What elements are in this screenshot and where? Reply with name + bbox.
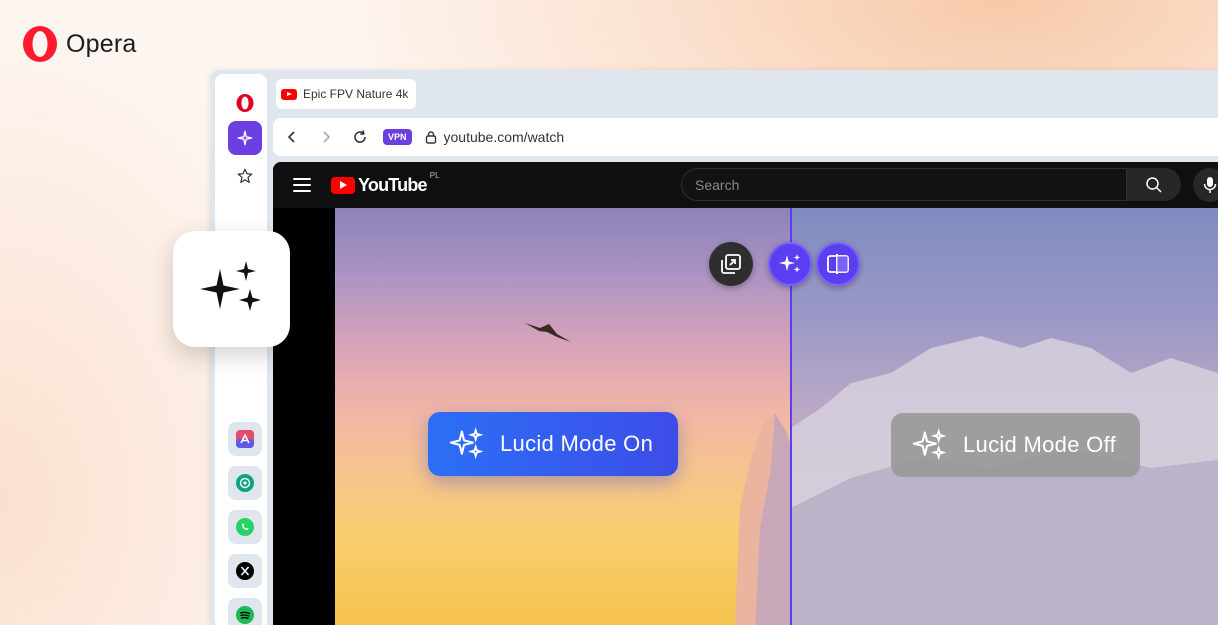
star-icon xyxy=(237,168,253,183)
lock-icon[interactable] xyxy=(424,130,438,144)
microphone-icon xyxy=(1203,177,1217,193)
chatgpt-icon xyxy=(236,474,254,492)
opera-logo-icon xyxy=(236,94,254,112)
menu-icon[interactable] xyxy=(293,178,311,192)
pip-icon xyxy=(721,254,741,274)
browser-window: Epic FPV Nature 4k VPN youtube.com/watch xyxy=(211,70,1218,625)
sidebar xyxy=(211,70,269,625)
sidebar-favorites-button[interactable] xyxy=(228,159,262,193)
youtube-favicon-icon xyxy=(281,88,297,100)
lucid-mode-on-label: Lucid Mode On xyxy=(428,412,678,476)
sparkles-icon xyxy=(912,428,947,461)
search-input[interactable]: Search xyxy=(681,168,1127,201)
sidebar-chatgpt[interactable] xyxy=(228,466,262,500)
sidebar-x[interactable] xyxy=(228,554,262,588)
compare-split-button[interactable] xyxy=(816,242,860,286)
aria-sparkle-icon xyxy=(237,130,253,146)
lucid-mode-off-label: Lucid Mode Off xyxy=(891,413,1140,477)
youtube-logo-icon xyxy=(331,176,355,194)
sparkles-icon xyxy=(449,427,484,460)
voice-search-button[interactable] xyxy=(1193,168,1218,202)
back-icon xyxy=(287,131,295,143)
forward-button[interactable] xyxy=(309,120,343,154)
back-button[interactable] xyxy=(275,120,309,154)
youtube-header: YouTube PL Search xyxy=(273,162,1218,208)
sidebar-app-store[interactable] xyxy=(228,422,262,456)
forward-icon xyxy=(323,131,331,143)
sidebar-whatsapp[interactable] xyxy=(228,510,262,544)
sparkles-icon xyxy=(199,261,261,311)
opera-logo-icon xyxy=(23,26,57,62)
app-store-icon xyxy=(236,430,254,448)
brand-name: Opera xyxy=(66,29,137,58)
spotify-icon xyxy=(236,606,254,624)
sidebar-aria-button[interactable] xyxy=(228,121,262,155)
page-content: YouTube PL Search xyxy=(273,162,1218,625)
url-field[interactable]: youtube.com/watch xyxy=(444,129,565,145)
opera-brand: Opera xyxy=(20,24,136,64)
lucid-mode-button[interactable] xyxy=(768,242,812,286)
reload-icon xyxy=(354,130,366,143)
search-button[interactable] xyxy=(1127,168,1181,201)
aria-sparkle-card xyxy=(173,231,290,347)
whatsapp-icon xyxy=(236,518,254,536)
picture-in-picture-button[interactable] xyxy=(709,242,753,286)
sidebar-panel xyxy=(215,74,267,625)
vpn-badge[interactable]: VPN xyxy=(383,129,412,145)
split-view-icon xyxy=(827,254,849,274)
tab-title: Epic FPV Nature 4k xyxy=(303,87,409,101)
sidebar-spotify[interactable] xyxy=(228,598,262,625)
search-icon xyxy=(1146,176,1162,193)
lucid-off-text: Lucid Mode Off xyxy=(963,432,1116,457)
region-code: PL xyxy=(429,170,440,180)
sidebar-opera-button[interactable] xyxy=(228,86,262,120)
tab-youtube[interactable]: Epic FPV Nature 4k xyxy=(276,79,416,109)
sparkles-icon xyxy=(779,254,801,273)
lucid-on-text: Lucid Mode On xyxy=(500,431,654,456)
reload-button[interactable] xyxy=(343,120,377,154)
address-bar: VPN youtube.com/watch xyxy=(273,118,1218,156)
x-icon xyxy=(236,562,254,580)
youtube-logo[interactable]: YouTube PL xyxy=(331,171,440,196)
youtube-logo-text: YouTube xyxy=(358,174,428,195)
